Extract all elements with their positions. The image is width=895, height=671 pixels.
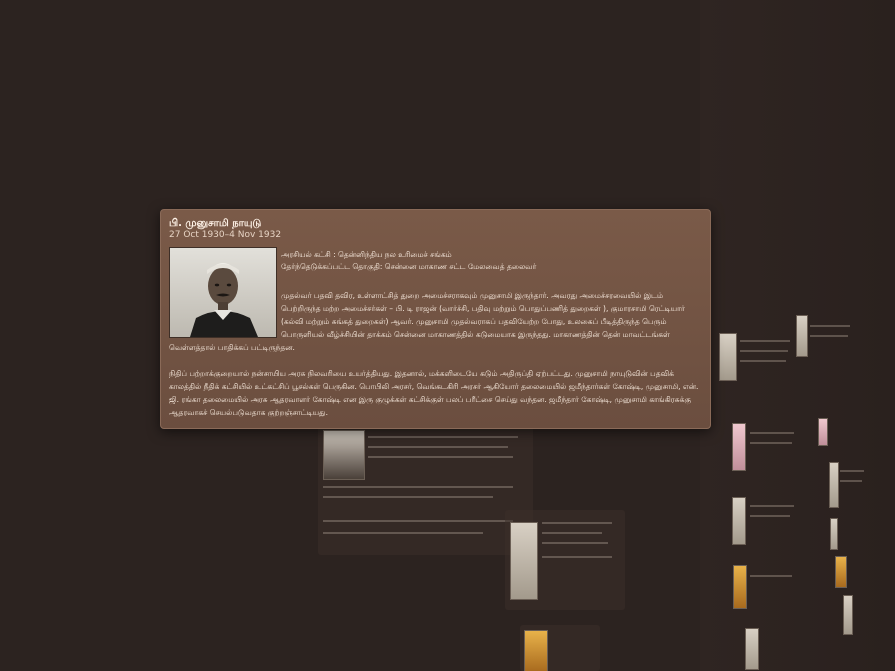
leader-portrait [169,247,277,338]
background-text-line [810,325,850,327]
party-text: அரசியல் கட்சி : தென்னிந்திய நல உரிமைச் ச… [281,250,452,259]
timeline-wall-view[interactable]: பி. முனுசாமி நாயுடு 27 Oct 1930–4 Nov 19… [0,0,895,671]
background-photo [835,556,847,588]
term-dates: 27 Oct 1930–4 Nov 1932 [169,230,282,240]
background-photo [796,315,808,357]
background-photo [510,522,538,600]
background-photo [732,423,746,471]
background-text-line [323,496,493,498]
background-photo [719,333,737,381]
background-text-line [750,575,792,577]
background-text-line [323,532,483,534]
background-text-line [740,360,786,362]
background-photo [843,595,853,635]
background-text-line [810,335,848,337]
leader-name: பி. முனுசாமி நாயுடு [169,218,262,229]
background-text-line [542,522,612,524]
background-text-line [840,480,862,482]
constituency-text: தேர்ந்தெடுக்கப்பட்ட தொகுதி: சென்னை மாகாண… [281,262,537,271]
leader-detail-popup[interactable]: பி. முனுசாமி நாயுடு 27 Oct 1930–4 Nov 19… [160,209,711,429]
background-text-line [542,556,612,558]
background-text-line [542,532,602,534]
background-text-line [368,436,518,438]
background-text-line [750,515,790,517]
biography-paragraph-1: முதல்வர் பதவி தவிர, உள்ளாட்சித் துறை அமை… [281,291,685,339]
background-photo [524,630,548,671]
background-photo [818,418,828,446]
leader-meta: அரசியல் கட்சி : தென்னிந்திய நல உரிமைச் ச… [281,249,536,273]
background-text-line [323,486,513,488]
background-photo [745,628,759,670]
background-photo [829,462,839,508]
background-text-line [840,470,864,472]
background-text-line [750,442,792,444]
background-text-line [740,340,790,342]
biography-paragraph-1-continued: வெள்ளத்தால் பாதிக்கப் பட்டிருந்தன. [169,343,295,352]
portrait-image [170,248,276,337]
background-text-line [750,505,794,507]
background-photo [323,430,365,480]
background-text-line [542,542,608,544]
background-photo [732,497,746,545]
background-photo [830,518,838,550]
background-text-line [368,446,508,448]
background-text-line [368,456,513,458]
background-text-line [740,350,788,352]
biography-paragraph-2: நிதிப் பற்றாக்குறையால் நன்சாயிய அரசு நில… [169,369,699,417]
background-text-line [750,432,794,434]
background-text-line [323,520,513,522]
background-photo [733,565,747,609]
